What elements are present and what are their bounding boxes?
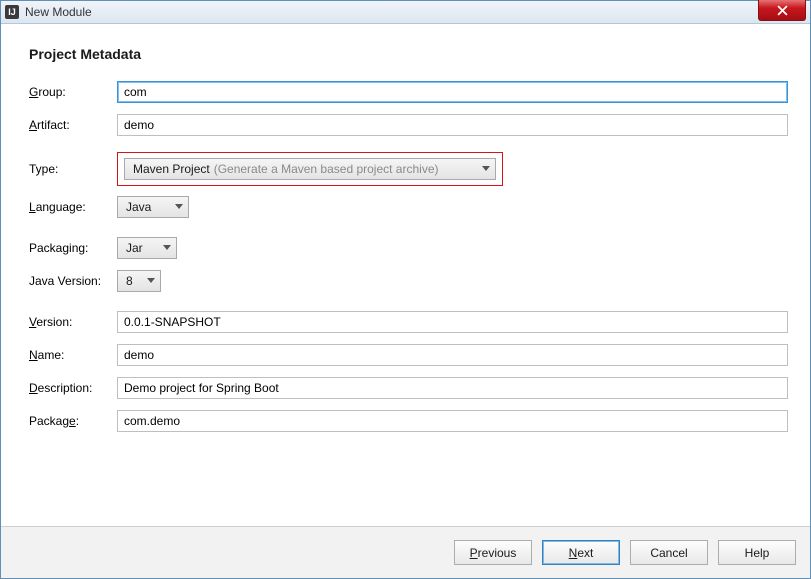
artifact-label: Artifact: — [29, 118, 117, 132]
description-input[interactable] — [117, 377, 788, 399]
version-label: Version: — [29, 315, 117, 329]
type-highlight-box: Maven Project (Generate a Maven based pr… — [117, 152, 503, 186]
section-heading: Project Metadata — [29, 46, 788, 62]
name-label: Name: — [29, 348, 117, 362]
chevron-down-icon — [163, 245, 171, 251]
next-button[interactable]: Next — [542, 540, 620, 565]
type-select-hint: (Generate a Maven based project archive) — [214, 162, 439, 176]
language-label: Language: — [29, 200, 117, 214]
package-input[interactable] — [117, 410, 788, 432]
description-label: Description: — [29, 381, 117, 395]
name-input[interactable] — [117, 344, 788, 366]
language-select[interactable]: Java — [117, 196, 189, 218]
group-label: Group: — [29, 85, 117, 99]
java-version-select-value: 8 — [126, 274, 133, 288]
type-select[interactable]: Maven Project (Generate a Maven based pr… — [124, 158, 496, 180]
close-icon — [777, 5, 788, 16]
form-content: Project Metadata Group: Artifact: Type: … — [1, 24, 810, 526]
packaging-select-value: Jar — [126, 241, 143, 255]
help-button[interactable]: Help — [718, 540, 796, 565]
version-input[interactable] — [117, 311, 788, 333]
packaging-select[interactable]: Jar — [117, 237, 177, 259]
package-label: Package: — [29, 414, 117, 428]
previous-button[interactable]: Previous — [454, 540, 532, 565]
artifact-input[interactable] — [117, 114, 788, 136]
language-select-value: Java — [126, 200, 151, 214]
close-button[interactable] — [758, 0, 806, 21]
java-version-label: Java Version: — [29, 274, 117, 288]
group-input[interactable] — [117, 81, 788, 103]
chevron-down-icon — [147, 278, 155, 284]
packaging-label: Packaging: — [29, 241, 117, 255]
app-icon: IJ — [5, 5, 19, 19]
type-select-value: Maven Project — [133, 162, 210, 176]
titlebar: IJ New Module — [1, 1, 810, 24]
cancel-button[interactable]: Cancel — [630, 540, 708, 565]
chevron-down-icon — [175, 204, 183, 210]
window-title: New Module — [25, 5, 92, 19]
new-module-dialog: IJ New Module Project Metadata Group: Ar… — [0, 0, 811, 579]
chevron-down-icon — [482, 166, 490, 172]
type-label: Type: — [29, 162, 117, 176]
button-bar: Previous Next Cancel Help — [1, 526, 810, 578]
java-version-select[interactable]: 8 — [117, 270, 161, 292]
